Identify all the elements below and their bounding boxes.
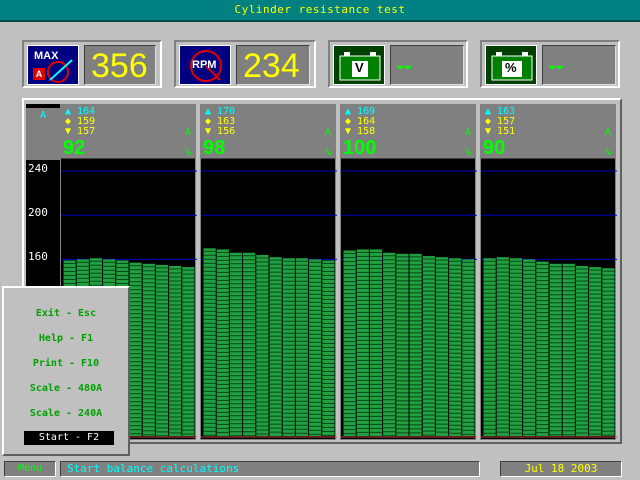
- voltage-gauge: V --: [328, 40, 468, 88]
- cylinder-header: ▲ 169 ◆ 164 ▼ 158 A 100 %: [341, 105, 475, 159]
- cylinder-bar: [575, 265, 589, 436]
- status-message: Start balance calculations: [60, 461, 480, 477]
- cylinder-bars: [481, 170, 617, 438]
- cylinder-bar: [182, 267, 195, 436]
- cylinder-min: ▼ 151: [485, 126, 516, 137]
- title-bar: Cylinder resistance test: [0, 0, 640, 22]
- battery-percent-icon: %: [485, 45, 537, 85]
- scale-tick: 160: [28, 250, 48, 263]
- cylinder-bar: [142, 263, 155, 436]
- cylinder-min: ▼ 156: [205, 126, 236, 137]
- cylinder-3: ▲ 169 ◆ 164 ▼ 158 A 100 %: [340, 104, 477, 440]
- menu-item-print[interactable]: Print - F10: [4, 358, 128, 369]
- status-bar: Menu Start balance calculations Jul 18 2…: [0, 458, 640, 480]
- cylinder-percent: 100: [343, 137, 377, 159]
- max-amps-value: 356: [84, 45, 156, 85]
- cylinder-header: ▲ 163 ◆ 157 ▼ 151 A 90 %: [481, 105, 615, 159]
- cylinder-min: ▼ 158: [345, 126, 376, 137]
- scale-unit: A: [26, 108, 60, 160]
- percent-unit: %: [464, 147, 471, 158]
- function-menu: Exit - Esc Help - F1 Print - F10 Scale -…: [2, 286, 130, 456]
- voltage-value: --: [390, 45, 464, 85]
- cylinder-bar: [523, 259, 536, 436]
- amp-unit: A: [184, 127, 191, 138]
- start-button[interactable]: Start - F2: [24, 431, 114, 445]
- cylinder-header: ▲ 170 ◆ 163 ▼ 156 A 98 %: [201, 105, 335, 159]
- cylinder-bar: [589, 267, 602, 436]
- menu-item-scale-480[interactable]: Scale - 480A: [4, 383, 128, 394]
- cylinder-percent: 92: [63, 137, 86, 159]
- rpm-icon: RPM: [179, 45, 231, 85]
- menu-item-help[interactable]: Help - F1: [4, 333, 128, 344]
- cylinder-bar: [155, 264, 169, 436]
- cylinder-bar: [343, 250, 356, 436]
- amp-unit: A: [464, 127, 471, 138]
- amp-unit: A: [604, 127, 611, 138]
- amp-unit: A: [324, 127, 331, 138]
- cylinder-bar: [322, 260, 335, 436]
- cylinder-bars: [201, 170, 337, 438]
- cylinder-bar: [203, 248, 216, 436]
- cylinder-bars: [341, 170, 477, 438]
- scale-tick: 240: [28, 162, 48, 175]
- battery-voltage-icon: V: [333, 45, 385, 85]
- cylinder-bar: [562, 263, 575, 436]
- percent-gauge: % --: [480, 40, 620, 88]
- cylinder-bar: [549, 263, 562, 436]
- cylinder-min: ▼ 157: [65, 126, 96, 137]
- menu-item-exit[interactable]: Exit - Esc: [4, 308, 128, 319]
- cylinder-percent: 90: [483, 137, 506, 159]
- percent-unit: %: [324, 147, 331, 158]
- percent-unit: %: [184, 147, 191, 158]
- max-amps-icon: MAX A: [27, 45, 79, 85]
- rpm-gauge: RPM 234: [174, 40, 316, 88]
- cylinder-percent: 98: [203, 137, 226, 159]
- rpm-value: 234: [236, 45, 310, 85]
- cylinder-bar: [309, 259, 322, 436]
- menu-item-scale-240[interactable]: Scale - 240A: [4, 408, 128, 419]
- percent-value: --: [542, 45, 616, 85]
- cylinder-bar: [462, 259, 475, 436]
- cylinder-header: ▲ 164 ◆ 159 ▼ 157 A 92 %: [61, 105, 195, 159]
- status-date: Jul 18 2003: [500, 461, 622, 477]
- percent-unit: %: [604, 147, 611, 158]
- max-amps-gauge: MAX A 356: [22, 40, 162, 88]
- menu-button[interactable]: Menu: [4, 461, 56, 477]
- window-title: Cylinder resistance test: [234, 3, 406, 16]
- cylinder-2: ▲ 170 ◆ 163 ▼ 156 A 98 %: [200, 104, 337, 440]
- cylinder-bar: [169, 265, 182, 436]
- scale-tick: 200: [28, 206, 48, 219]
- cylinder-4: ▲ 163 ◆ 157 ▼ 151 A 90 %: [480, 104, 617, 440]
